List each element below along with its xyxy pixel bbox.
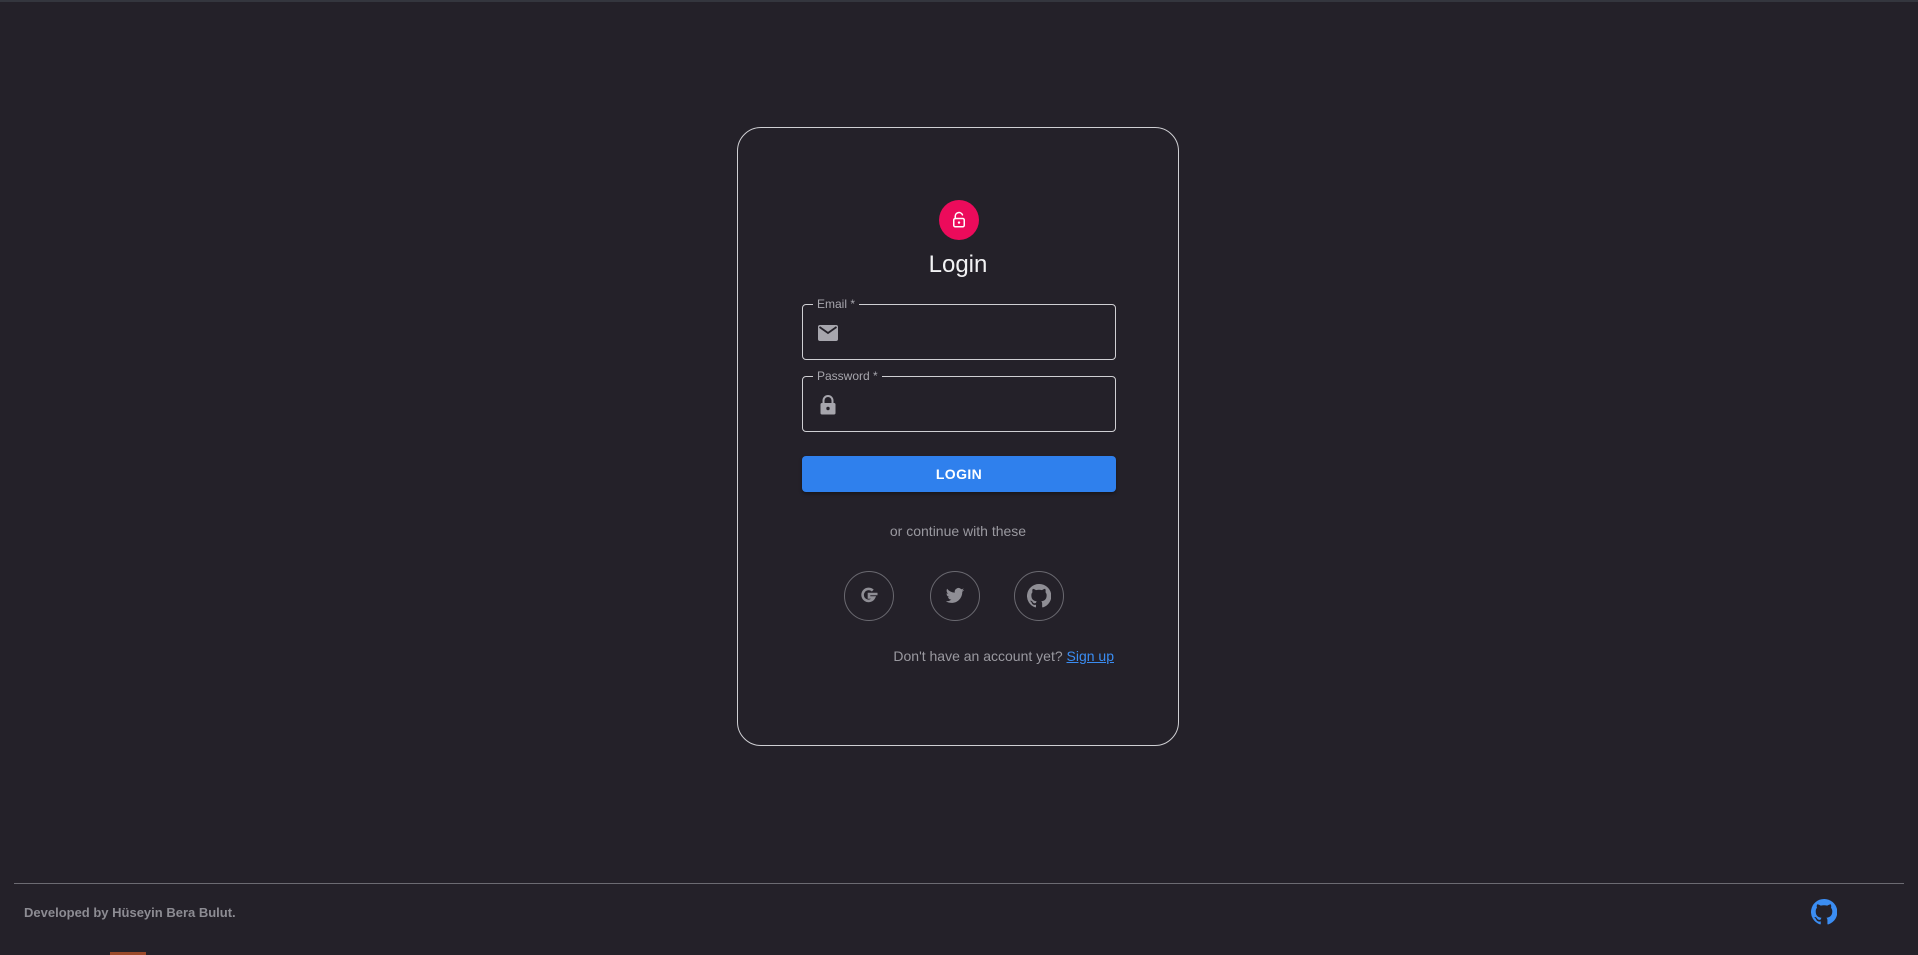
github-icon: [1027, 584, 1051, 608]
footer-github-link[interactable]: [1811, 899, 1837, 925]
google-icon: [861, 587, 878, 603]
password-label: Password *: [813, 369, 882, 383]
footer-divider: [14, 883, 1904, 884]
password-input[interactable]: [851, 389, 1105, 421]
email-field[interactable]: Email *: [802, 297, 1116, 360]
login-card: Login Email * Password * LOGIN or contin…: [737, 127, 1179, 746]
signup-row: Don't have an account yet? Sign up: [893, 648, 1114, 664]
lock-avatar: [939, 200, 979, 240]
github-icon: [1811, 899, 1837, 925]
google-login-button[interactable]: [844, 571, 894, 621]
mail-icon: [817, 322, 839, 344]
signup-prompt: Don't have an account yet?: [893, 648, 1063, 664]
page-title: Login: [928, 251, 988, 278]
continue-with-text: or continue with these: [889, 523, 1027, 539]
lock-icon: [817, 394, 839, 416]
password-field[interactable]: Password *: [802, 369, 1116, 432]
twitter-icon: [945, 588, 965, 603]
github-login-button[interactable]: [1014, 571, 1064, 621]
twitter-login-button[interactable]: [930, 571, 980, 621]
top-border: [0, 0, 1918, 2]
footer-credit: Developed by Hüseyin Bera Bulut.: [24, 905, 236, 920]
lock-open-icon: [953, 211, 965, 228]
email-input[interactable]: [851, 317, 1105, 349]
login-button[interactable]: LOGIN: [802, 456, 1116, 492]
email-label: Email *: [813, 297, 860, 311]
signup-link[interactable]: Sign up: [1067, 648, 1114, 664]
